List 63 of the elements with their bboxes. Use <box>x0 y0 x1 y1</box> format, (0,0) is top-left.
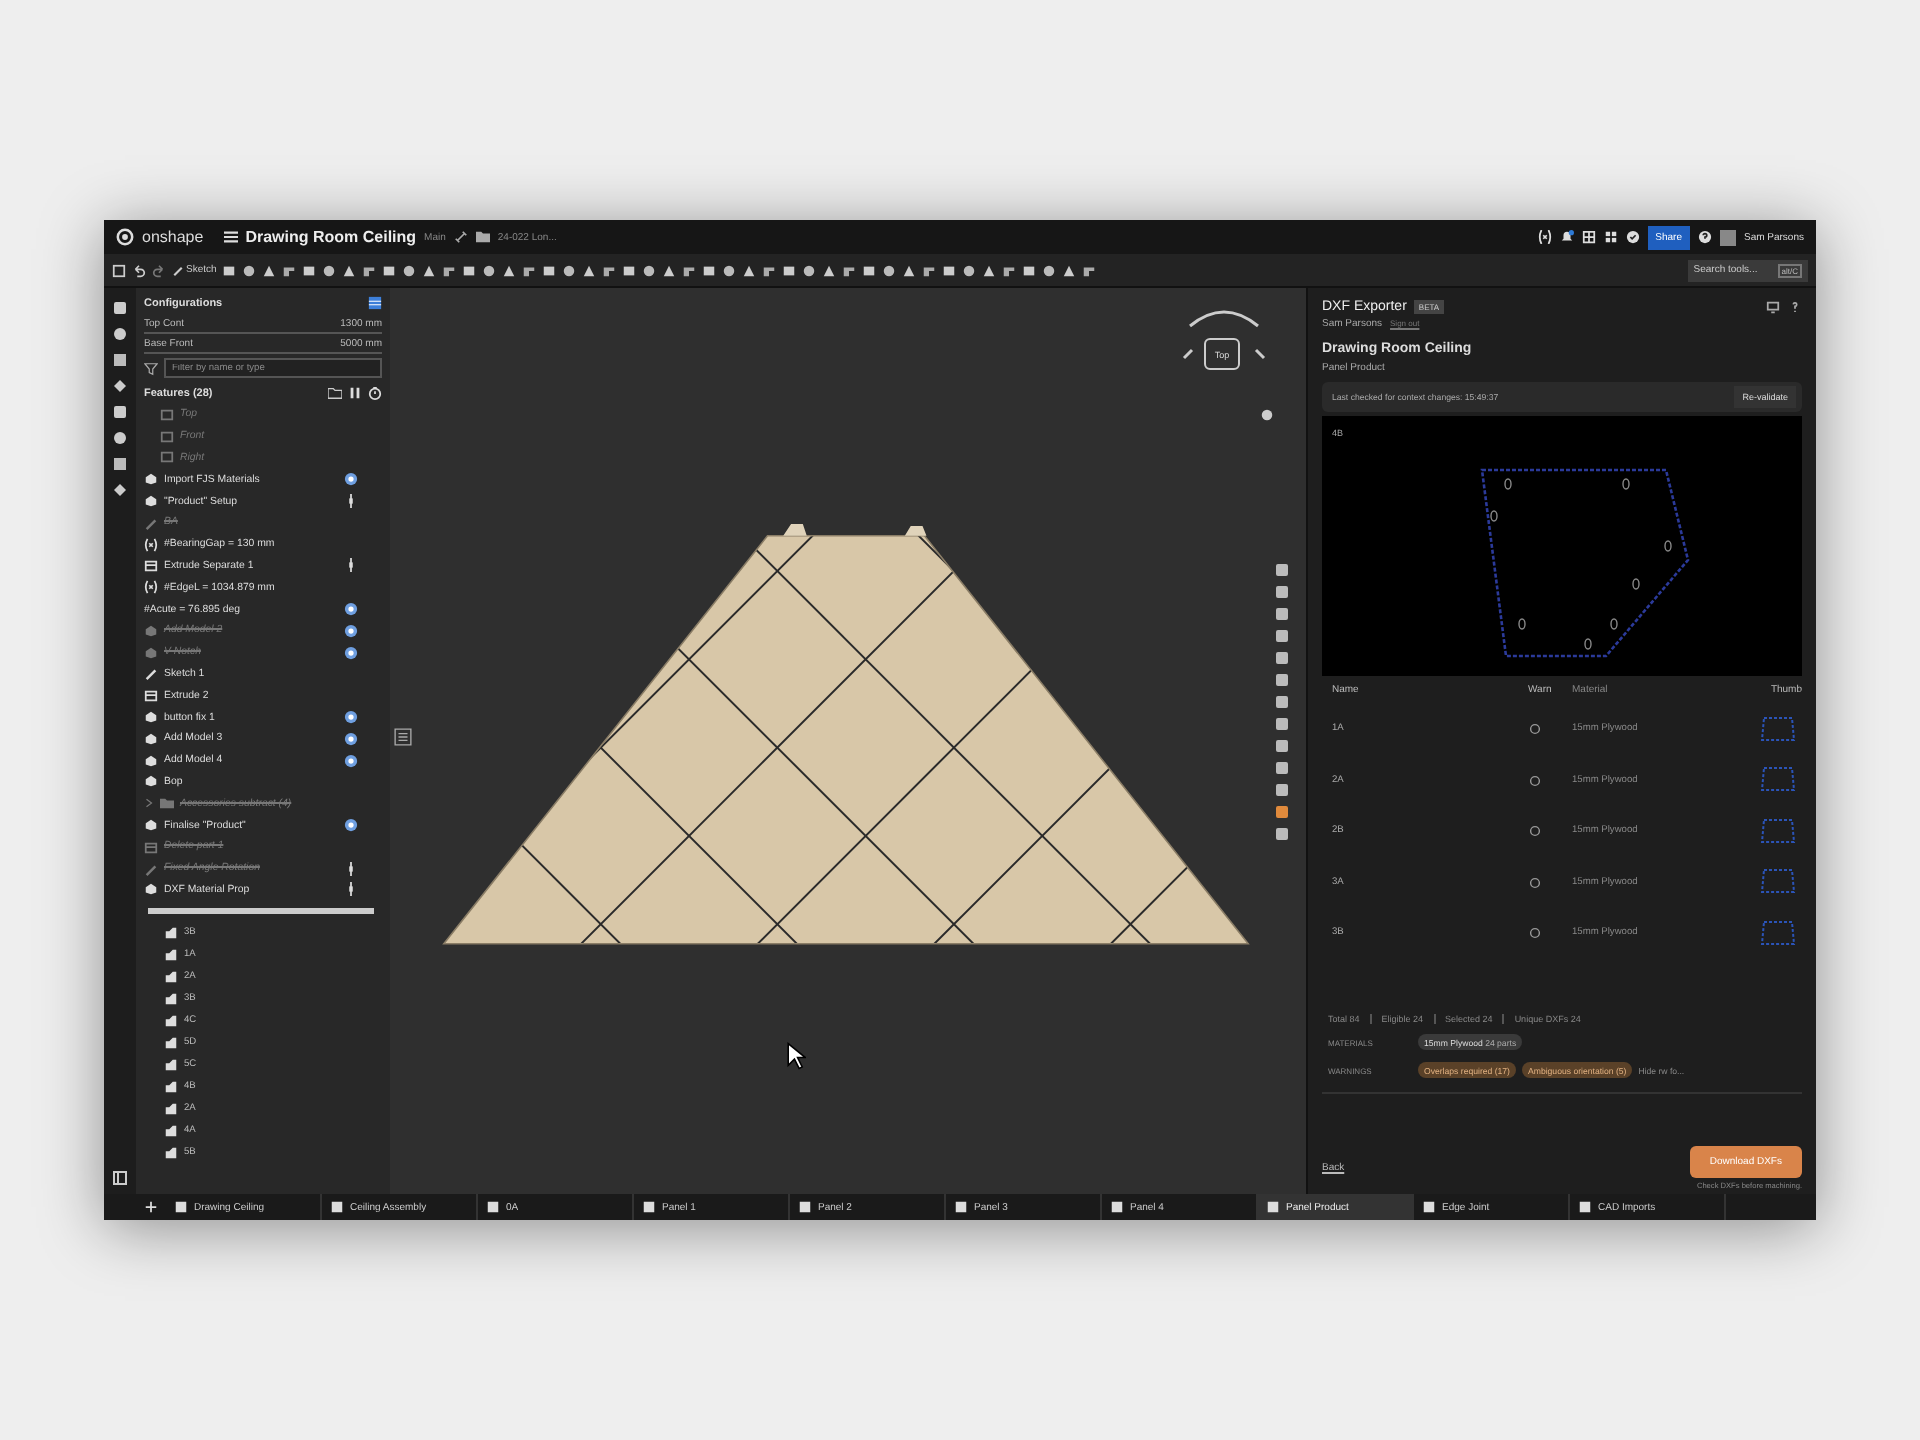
sidebar-tool-icon[interactable] <box>112 482 128 498</box>
apps-icon[interactable] <box>1603 230 1618 244</box>
part-thumbnail-drawing <box>1758 815 1798 848</box>
sketch-icon <box>144 515 158 530</box>
tool-icon[interactable] <box>112 263 126 277</box>
document-icon <box>330 1200 344 1214</box>
extrude-icon <box>144 558 158 573</box>
warning-status-icon <box>1528 824 1542 839</box>
part-thumbnail-drawing <box>1758 713 1798 746</box>
monitor-icon[interactable] <box>1766 300 1780 314</box>
document-icon <box>798 1200 812 1214</box>
help-icon[interactable] <box>1697 230 1712 244</box>
folder-icon <box>475 230 490 244</box>
part-thumbnail-drawing <box>1758 866 1798 899</box>
variable-icon <box>144 537 158 552</box>
warning-status-icon <box>1528 773 1542 788</box>
sketch-icon <box>144 666 158 681</box>
logo-icon <box>116 228 134 246</box>
app-logo-text: onshape <box>142 228 204 246</box>
folder-icon[interactable] <box>328 386 342 400</box>
document-icon <box>954 1200 968 1214</box>
menu-icon[interactable] <box>223 230 238 244</box>
pencil-icon <box>172 264 184 276</box>
variable-icon <box>144 580 158 595</box>
sketch-icon <box>144 861 158 876</box>
caret-icon[interactable] <box>144 798 154 809</box>
avatar[interactable] <box>1719 229 1736 245</box>
variables-icon[interactable] <box>1537 230 1552 244</box>
warning-status-icon <box>1528 875 1542 890</box>
mouse-cursor-icon <box>786 1042 806 1070</box>
feature-icon <box>144 882 158 897</box>
document-title[interactable]: Drawing Room Ceiling <box>245 228 417 246</box>
table-icon[interactable] <box>368 296 382 310</box>
extrude-icon <box>144 688 158 703</box>
check-circle-icon[interactable] <box>1625 230 1640 244</box>
document-icon <box>174 1200 188 1214</box>
redo-icon[interactable] <box>152 263 166 277</box>
grid-icon[interactable] <box>1581 230 1596 244</box>
sidebar-tool-icon[interactable] <box>112 352 128 368</box>
undo-icon[interactable] <box>132 263 146 277</box>
warning-status-icon <box>1528 926 1542 941</box>
document-icon <box>486 1200 500 1214</box>
document-icon <box>1110 1200 1124 1214</box>
document-icon <box>1578 1200 1592 1214</box>
bell-icon[interactable] <box>1559 230 1574 244</box>
part-thumbnail-drawing <box>1758 764 1798 797</box>
document-icon <box>1422 1200 1436 1214</box>
panel-toggle-icon[interactable] <box>112 1170 128 1186</box>
help-icon[interactable] <box>1788 300 1802 314</box>
part-thumbnail-drawing <box>1758 917 1798 950</box>
folder-icon <box>160 796 174 811</box>
pause-icon[interactable] <box>348 386 362 400</box>
document-icon <box>642 1200 656 1214</box>
add-tab-icon[interactable] <box>144 1200 158 1214</box>
sidebar-tool-icon[interactable] <box>112 456 128 472</box>
filter-icon[interactable] <box>144 361 158 375</box>
list-icon[interactable] <box>394 728 412 746</box>
link-icon[interactable] <box>453 230 468 244</box>
extrude-icon <box>144 839 158 854</box>
warning-status-icon <box>1528 722 1542 737</box>
feature-icon <box>144 818 158 833</box>
stopwatch-icon[interactable] <box>368 386 382 400</box>
document-icon <box>1266 1200 1280 1214</box>
